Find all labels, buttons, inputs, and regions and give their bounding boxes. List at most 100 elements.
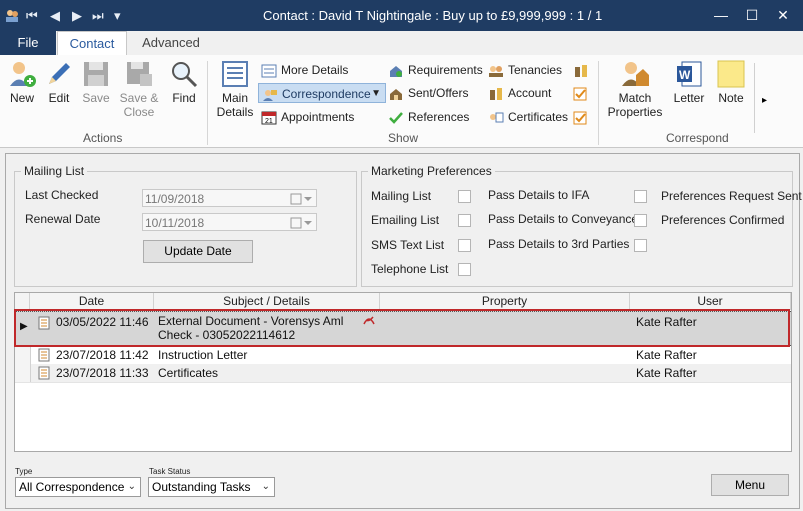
new-contact-icon [10, 62, 36, 87]
tenancies-icon [489, 65, 503, 77]
prev-record-icon[interactable]: ◀ [50, 8, 60, 24]
mailing-list-checkbox[interactable] [458, 190, 471, 203]
calendar-dropdown-icon[interactable] [290, 192, 312, 210]
row-user: Kate Rafter [636, 348, 697, 362]
last-record-icon[interactable]: ⏭ [92, 8, 104, 24]
update-date-button[interactable]: Update Date [143, 240, 253, 263]
calendar-dropdown-icon[interactable] [290, 216, 312, 234]
column-header-date[interactable]: Date [30, 293, 154, 310]
row-selector[interactable] [15, 364, 31, 382]
certificates-button[interactable]: Certificates [488, 107, 568, 127]
last-checked-date-field[interactable]: 11/09/2018 [142, 189, 317, 207]
pass-3rd-parties-checkbox[interactable] [634, 239, 647, 252]
ribbon-divider [598, 61, 599, 145]
menu-button[interactable]: Menu [711, 474, 789, 496]
table-row[interactable]: 23/07/2018 11:33 Certificates Kate Rafte… [15, 364, 791, 382]
row-subject-line2: Check - 03052022114612 [158, 328, 296, 342]
note-button[interactable]: Note [713, 59, 749, 105]
table-row[interactable]: 23/07/2018 11:42 Instruction Letter Kate… [15, 346, 791, 364]
match-properties-icon [622, 62, 649, 86]
checkbox-icon [573, 87, 587, 101]
renewal-date-value: 10/11/2018 [145, 216, 205, 230]
more-details-button[interactable]: More Details [261, 60, 348, 80]
tenancies-label: Tenancies [508, 63, 563, 77]
tab-advanced[interactable]: Advanced [135, 31, 207, 55]
show-extra-3-button[interactable] [573, 107, 593, 127]
renewal-date-field[interactable]: 10/11/2018 [142, 213, 317, 231]
tenancies-button[interactable]: Tenancies [488, 60, 562, 80]
telephone-list-checkbox[interactable] [458, 263, 471, 276]
column-header-user[interactable]: User [630, 293, 791, 310]
correspondence-icon [263, 89, 277, 101]
new-label: New [9, 91, 34, 105]
save-button[interactable]: Save [80, 59, 112, 105]
marketing-preferences-group: Marketing Preferences Mailing List Email… [361, 164, 802, 287]
edit-button[interactable]: Edit [44, 59, 74, 105]
pencil-icon [49, 63, 70, 84]
emailing-list-checkbox[interactable] [458, 214, 471, 227]
tab-file[interactable]: File [0, 31, 56, 55]
pass-ifa-checkbox[interactable] [634, 190, 647, 203]
edit-label: Edit [48, 91, 70, 105]
chevron-down-icon: ▼ [371, 88, 381, 99]
pdf-icon [362, 314, 376, 329]
certificates-icon [490, 112, 504, 123]
save-close-icon [127, 62, 152, 86]
save-close-button[interactable]: Save & Close [117, 59, 161, 119]
maximize-button[interactable]: ☐ [737, 4, 767, 26]
row-selector[interactable] [15, 346, 31, 364]
row-date: 23/07/2018 11:33 [56, 366, 149, 380]
pass-ifa-label: Pass Details to IFA [488, 188, 590, 202]
new-button[interactable]: New [4, 59, 40, 105]
requirements-icon [390, 65, 402, 77]
save-close-label-1: Save & [119, 91, 159, 105]
calendar-icon: 21 [261, 111, 277, 125]
minimize-button[interactable]: — [706, 4, 736, 26]
close-button[interactable]: ✕ [768, 4, 798, 26]
actions-group-label: Actions [83, 131, 123, 145]
column-header-property[interactable]: Property [380, 293, 630, 310]
row-date: 23/07/2018 11:42 [56, 348, 149, 362]
column-header-subject[interactable]: Subject / Details [154, 293, 380, 310]
show-extra-1-button[interactable] [573, 60, 593, 80]
row-header-corner [15, 293, 30, 310]
show-extra-2-button[interactable] [573, 83, 593, 103]
sticky-note-icon [717, 60, 745, 88]
letter-button[interactable]: W Letter [671, 59, 707, 105]
quick-access-menu-icon[interactable]: ▾ [114, 8, 121, 24]
correspondence-button[interactable]: Correspondence ▼ [258, 83, 386, 103]
tab-contact[interactable]: Contact [57, 31, 127, 56]
next-record-icon[interactable]: ▶ [72, 8, 82, 24]
match-properties-label-2: Properties [607, 105, 663, 119]
first-record-icon[interactable]: ⏮ [26, 8, 38, 24]
type-select-value: All Correspondence [19, 480, 125, 494]
type-select[interactable]: All Correspondence ⌄ [15, 477, 141, 497]
references-label: References [408, 110, 470, 124]
svg-text:21: 21 [265, 118, 273, 125]
account-button[interactable]: Account [488, 83, 551, 103]
renewal-date-label: Renewal Date [25, 212, 101, 226]
row-date: 03/05/2022 11:46 [56, 315, 149, 329]
requirements-label: Requirements [408, 63, 483, 77]
checkbox-icon [573, 111, 587, 125]
requirements-button[interactable]: Requirements [388, 60, 483, 80]
table-row[interactable]: ▶ 03/05/2022 11:46 External Document - V… [15, 311, 791, 346]
sent-offers-icon [390, 88, 402, 100]
task-status-select[interactable]: Outstanding Tasks ⌄ [148, 477, 275, 497]
pass-conveyancer-checkbox[interactable] [634, 214, 647, 227]
correspondence-grid[interactable]: Date Subject / Details Property User ▶ 0… [14, 292, 792, 452]
correspondence-label: Correspondence [282, 87, 371, 101]
appointments-button[interactable]: 21 Appointments [261, 107, 354, 127]
find-button[interactable]: Find [168, 59, 200, 105]
sms-text-list-checkbox[interactable] [458, 239, 471, 252]
account-label: Account [508, 86, 552, 100]
sent-offers-button[interactable]: Sent/Offers [388, 83, 468, 103]
sent-offers-label: Sent/Offers [408, 86, 469, 100]
pass-conveyancer-label: Pass Details to Conveyancer [488, 212, 643, 226]
ribbon-scroll-right-icon[interactable]: ▸ [762, 95, 767, 106]
floppy-disk-icon [84, 62, 108, 86]
ribbon-overflow-strip [754, 63, 761, 133]
match-properties-button[interactable]: Match Properties [606, 59, 664, 119]
main-details-button[interactable]: Main Details [215, 59, 255, 119]
references-button[interactable]: References [388, 107, 469, 127]
